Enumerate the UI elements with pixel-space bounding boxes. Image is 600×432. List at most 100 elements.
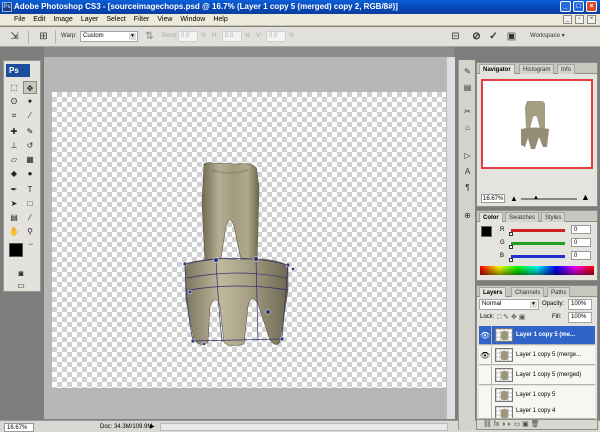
menu-window[interactable]: Window [176, 14, 209, 26]
hand-tool-icon[interactable]: ✋ [7, 225, 21, 238]
dodge-tool-icon[interactable]: ● [23, 167, 37, 180]
gradient-tool-icon[interactable]: ▦ [23, 153, 37, 166]
move-tool-icon[interactable]: ✥ [23, 81, 37, 94]
layers-footer-icons[interactable]: ⛓ fx ◑ ◐ ▭ ▣ 🗑 [476, 419, 598, 430]
tab-swatches[interactable]: Swatches [505, 212, 540, 222]
h-distortion-input[interactable]: 0.0 [222, 31, 242, 42]
character-icon[interactable]: A [462, 166, 473, 177]
shape-tool-icon[interactable]: □ [23, 197, 37, 210]
type-tool-icon[interactable]: T [23, 183, 37, 196]
tab-navigator[interactable]: Navigator [479, 64, 515, 74]
tab-layers[interactable]: Layers [479, 287, 507, 297]
marquee-tool-icon[interactable]: ⬚ [7, 81, 21, 94]
clone-source-icon[interactable]: ✂ [462, 106, 473, 117]
paragraph-icon[interactable]: ¶ [462, 182, 473, 193]
navigator-zoom-field[interactable]: 16.67% [481, 194, 505, 203]
tab-histogram[interactable]: Histogram [519, 64, 555, 74]
vertical-scrollbar[interactable] [446, 57, 455, 419]
notes-tool-icon[interactable]: ▤ [7, 211, 21, 224]
workspace-menu[interactable]: Workspace ▾ [530, 32, 565, 39]
zoom-in-icon[interactable]: ▲ [581, 193, 590, 202]
doc-minimize-button[interactable]: _ [563, 15, 572, 24]
lasso-tool-icon[interactable]: ʘ [7, 95, 21, 108]
navigator-slider-knob[interactable]: ▲ [533, 195, 539, 201]
menu-view[interactable]: View [153, 14, 176, 26]
layer-row[interactable]: 👁 Layer 1 copy 5 (me... [479, 326, 595, 345]
blue-slider[interactable] [511, 255, 565, 258]
transform-tool-icon[interactable]: ⇲ [8, 30, 21, 43]
zoom-field[interactable]: 16.67% [4, 423, 34, 432]
visibility-toggle[interactable] [479, 386, 492, 405]
healing-brush-tool-icon[interactable]: ✚ [7, 125, 21, 138]
visibility-toggle[interactable] [479, 366, 492, 385]
foreground-color-swatch[interactable] [9, 243, 23, 257]
opacity-input[interactable]: 100% [568, 299, 592, 310]
info-icon[interactable]: ⊕ [462, 210, 473, 221]
commit-transform-icon[interactable]: ✓ [487, 30, 500, 43]
history-icon[interactable]: ⌂ [462, 122, 473, 133]
navigator-zoom-slider[interactable] [521, 198, 577, 200]
layer-row[interactable]: Layer 1 copy 5 (merged) [479, 366, 595, 385]
tool-presets-icon[interactable]: ▤ [462, 82, 473, 93]
color-spectrum-ramp[interactable] [480, 266, 594, 275]
cancel-transform-icon[interactable]: ⊘ [470, 30, 483, 43]
menu-filter[interactable]: Filter [130, 14, 154, 26]
menu-file[interactable]: File [0, 14, 29, 26]
horizontal-scrollbar[interactable] [160, 423, 448, 431]
visibility-toggle[interactable] [479, 404, 492, 418]
clone-stamp-tool-icon[interactable]: ⊥ [7, 139, 21, 152]
swap-colors-icon[interactable]: ↔ [28, 241, 34, 247]
minimize-button[interactable]: _ [560, 1, 571, 12]
layer-row[interactable]: 👁 Layer 1 copy 5 (merge... [479, 346, 595, 365]
maximize-button[interactable]: □ [573, 1, 584, 12]
zoom-out-icon[interactable]: ▲ [510, 194, 518, 203]
screen-mode-icon[interactable]: ▭ [14, 279, 28, 292]
close-button[interactable]: × [586, 1, 597, 12]
tab-info[interactable]: Info [557, 64, 576, 74]
doc-restore-button[interactable]: ▫ [575, 15, 584, 24]
blue-value-input[interactable]: 0 [571, 251, 591, 260]
switch-mode-icon[interactable]: ⊟ [449, 30, 462, 43]
doc-close-button[interactable]: × [587, 15, 596, 24]
history-brush-tool-icon[interactable]: ↺ [23, 139, 37, 152]
eraser-tool-icon[interactable]: ▱ [7, 153, 21, 166]
fill-input[interactable]: 100% [568, 312, 592, 323]
tab-paths[interactable]: Paths [547, 287, 571, 297]
crop-tool-icon[interactable]: ⌗ [7, 109, 21, 122]
zoom-tool-icon[interactable]: ⚲ [23, 225, 37, 238]
tab-channels[interactable]: Channels [511, 287, 545, 297]
blue-slider-knob[interactable] [509, 258, 513, 262]
warp-orientation-icon[interactable]: ⇅ [143, 30, 156, 43]
reference-point-icon[interactable]: ⊞ [37, 30, 50, 43]
tab-styles[interactable]: Styles [541, 212, 566, 222]
menu-layer[interactable]: Layer [77, 14, 103, 26]
tab-color[interactable]: Color [479, 212, 503, 222]
red-slider-knob[interactable] [509, 232, 513, 236]
brush-tool-icon[interactable]: ✎ [23, 125, 37, 138]
green-value-input[interactable]: 0 [571, 238, 591, 247]
layer-row[interactable]: Layer 1 copy 4 [479, 404, 595, 419]
pen-tool-icon[interactable]: ✒ [7, 183, 21, 196]
eyedropper-sample-tool-icon[interactable]: ⁄ [23, 211, 37, 224]
document-canvas[interactable] [52, 92, 448, 388]
menu-image[interactable]: Image [49, 14, 76, 26]
navigator-preview[interactable] [481, 79, 593, 169]
green-slider[interactable] [511, 242, 565, 245]
red-slider[interactable] [511, 229, 565, 232]
status-menu-arrow-icon[interactable]: ▶ [150, 423, 155, 432]
magic-wand-tool-icon[interactable]: ✦ [23, 95, 37, 108]
menu-help[interactable]: Help [209, 14, 231, 26]
blur-tool-icon[interactable]: ◆ [7, 167, 21, 180]
path-selection-tool-icon[interactable]: ➤ [7, 197, 21, 210]
bend-input[interactable]: 0.0 [178, 31, 198, 42]
v-distortion-input[interactable]: 0.0 [266, 31, 286, 42]
warp-style-select[interactable]: Custom ▼ [80, 31, 138, 42]
brushes-icon[interactable]: ✎ [462, 66, 473, 77]
red-value-input[interactable]: 0 [571, 225, 591, 234]
brushes-palette-icon[interactable]: ▣ [505, 30, 518, 43]
menu-select[interactable]: Select [102, 14, 129, 26]
eye-icon[interactable]: 👁 [479, 326, 492, 345]
eye-icon[interactable]: 👁 [479, 346, 492, 365]
menu-edit[interactable]: Edit [29, 14, 49, 26]
layer-row[interactable]: Layer 1 copy 5 [479, 386, 595, 405]
